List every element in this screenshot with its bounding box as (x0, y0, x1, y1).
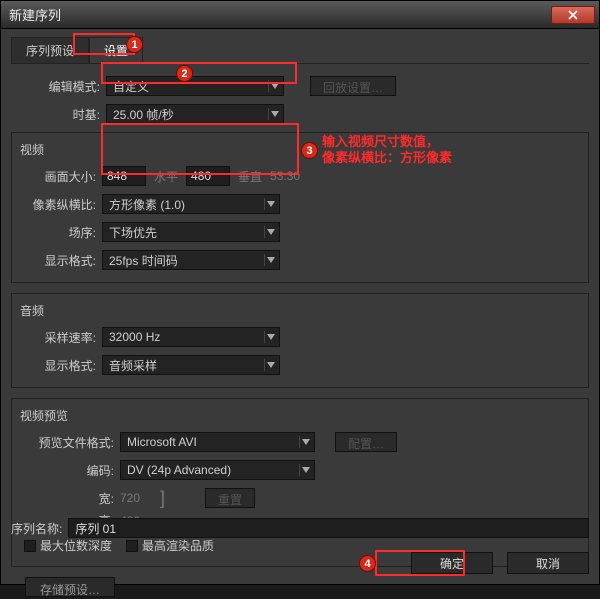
chevron-down-icon (299, 464, 311, 476)
frame-width-input[interactable] (102, 166, 146, 186)
frame-height-unit: 垂直 (230, 168, 270, 185)
sample-rate-select[interactable]: 32000 Hz (102, 327, 280, 347)
frame-width-unit: 水平 (146, 168, 186, 185)
audio-section: 音频 采样速率: 32000 Hz 显示格式: 音频采样 (11, 293, 589, 388)
sample-rate-label: 采样速率: (20, 329, 102, 346)
video-section-title: 视频 (20, 141, 580, 158)
tab-settings[interactable]: 设置 (89, 37, 143, 63)
codec-label: 编码: (20, 462, 120, 479)
frame-size-label: 画面大小: (20, 168, 102, 185)
preview-section-title: 视频预览 (20, 407, 580, 424)
chevron-down-icon (299, 436, 311, 448)
audio-display-select[interactable]: 音频采样 (102, 355, 280, 375)
preview-format-select[interactable]: Microsoft AVI (120, 432, 315, 452)
chevron-down-icon (264, 359, 276, 371)
chevron-down-icon (264, 254, 276, 266)
reset-button[interactable]: 重置 (205, 488, 255, 508)
window-title: 新建序列 (9, 5, 61, 24)
close-icon (568, 10, 578, 20)
edit-mode-label: 编辑模式: (11, 78, 106, 95)
sequence-name-input[interactable] (68, 518, 589, 538)
preview-width-value: 720 (120, 491, 150, 505)
close-button[interactable] (551, 6, 595, 24)
edit-mode-select[interactable]: 自定义 (106, 76, 284, 96)
cancel-button[interactable]: 取消 (507, 552, 589, 574)
ok-button[interactable]: 确定 (411, 552, 493, 574)
field-order-select[interactable]: 下场优先 (102, 222, 280, 242)
video-display-select[interactable]: 25fps 时间码 (102, 250, 280, 270)
save-preset-button[interactable]: 存储预设… (25, 577, 115, 597)
preview-width-label: 宽: (20, 490, 120, 507)
codec-select[interactable]: DV (24p Advanced) (120, 460, 315, 480)
video-display-label: 显示格式: (20, 252, 102, 269)
tab-preset[interactable]: 序列预设 (11, 37, 89, 63)
par-select[interactable]: 方形像素 (1.0) (102, 194, 280, 214)
titlebar[interactable]: 新建序列 (1, 1, 599, 29)
audio-display-label: 显示格式: (20, 357, 102, 374)
sequence-name-label: 序列名称: (11, 520, 68, 537)
new-sequence-dialog: 新建序列 序列预设 设置 编辑模式: 自定义 回放设置… 时基: 25.00 帧… (0, 0, 600, 585)
audio-section-title: 音频 (20, 302, 580, 319)
timebase-select[interactable]: 25.00 帧/秒 (106, 104, 284, 124)
tab-bar: 序列预设 设置 (11, 37, 589, 64)
chevron-down-icon (264, 226, 276, 238)
frame-height-input[interactable] (186, 166, 230, 186)
chevron-down-icon (264, 198, 276, 210)
chevron-down-icon (268, 80, 280, 92)
preview-format-label: 预览文件格式: (20, 434, 120, 451)
frame-ratio: 53:30 (270, 169, 300, 183)
video-section: 视频 画面大小: 水平 垂直 53:30 像素纵横比: 方形像素 (1.0) 场… (11, 132, 589, 283)
par-label: 像素纵横比: (20, 196, 102, 213)
playback-settings-button[interactable]: 回放设置… (310, 76, 396, 96)
chevron-down-icon (268, 108, 280, 120)
config-button[interactable]: 配置… (335, 432, 397, 452)
field-order-label: 场序: (20, 224, 102, 241)
timebase-label: 时基: (11, 106, 106, 123)
chevron-down-icon (264, 331, 276, 343)
